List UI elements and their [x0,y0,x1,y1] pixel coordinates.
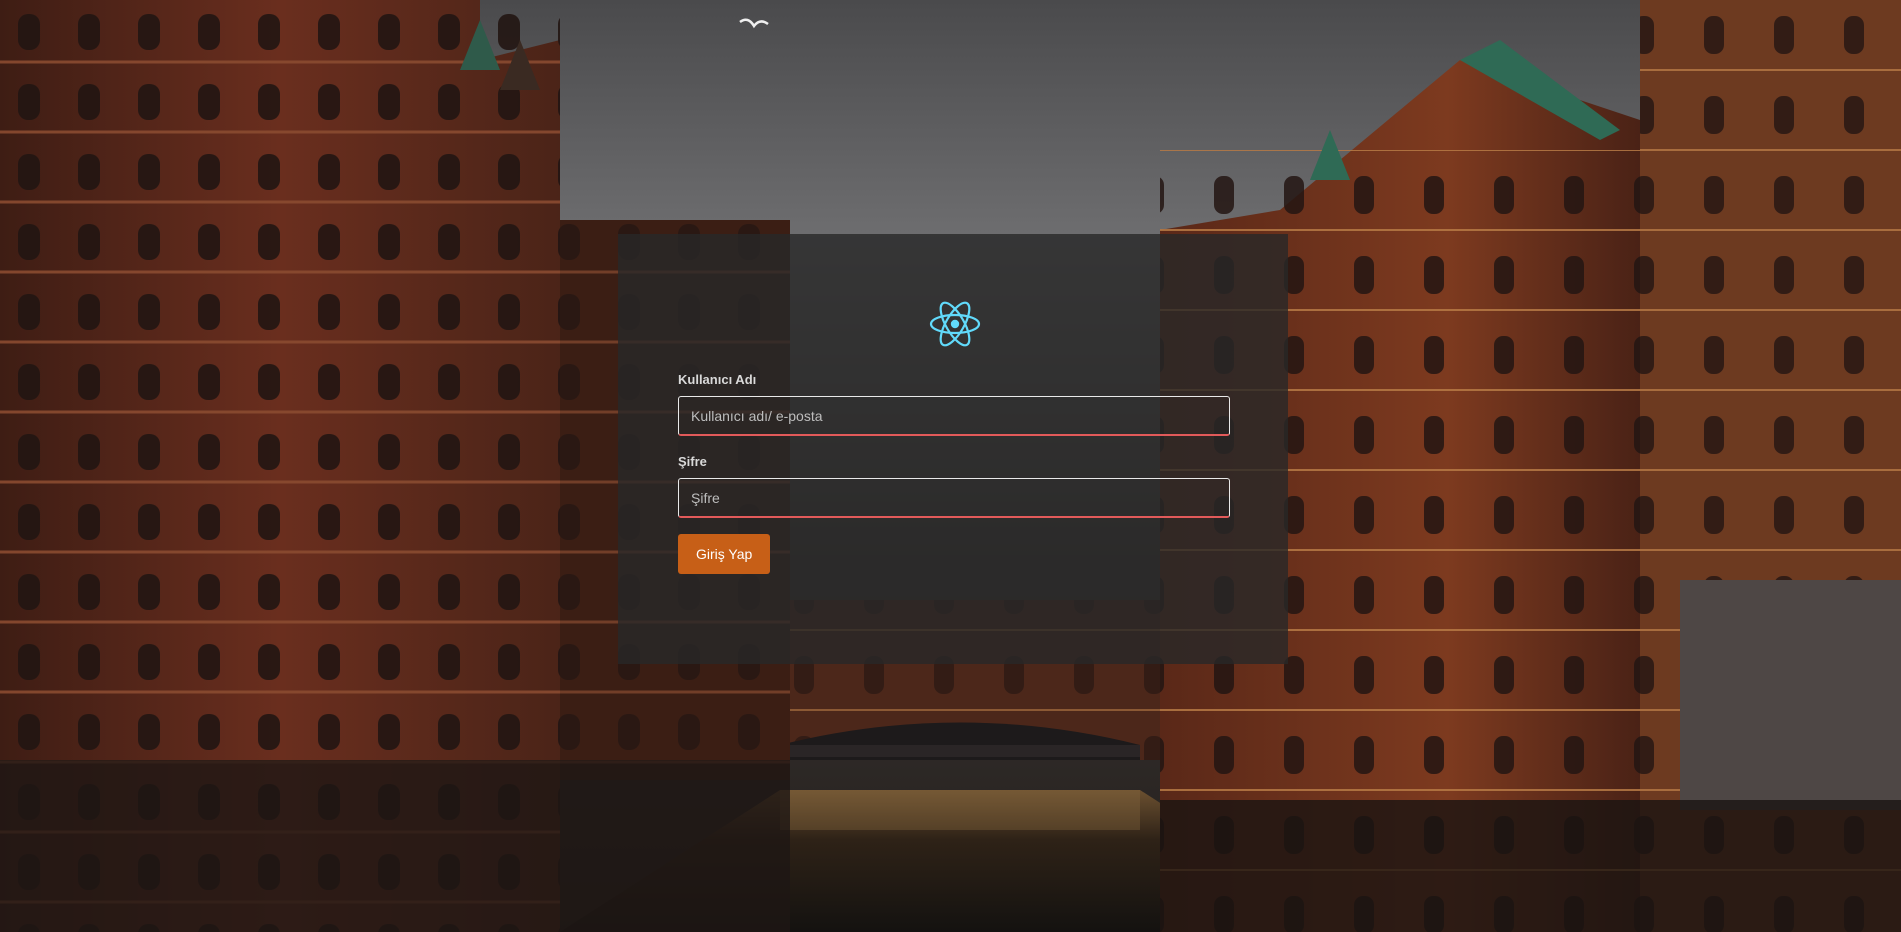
login-button[interactable]: Giriş Yap [678,534,771,574]
username-label: Kullanıcı Adı [678,372,757,387]
password-label: Şifre [678,454,707,469]
password-input[interactable] [678,478,1230,518]
login-panel: Kullanıcı Adı Şifre Giriş Yap [618,234,1288,664]
react-atom-icon [929,300,981,348]
username-input[interactable] [678,396,1230,436]
login-form: Kullanıcı Adı Şifre Giriş Yap [678,370,1230,574]
